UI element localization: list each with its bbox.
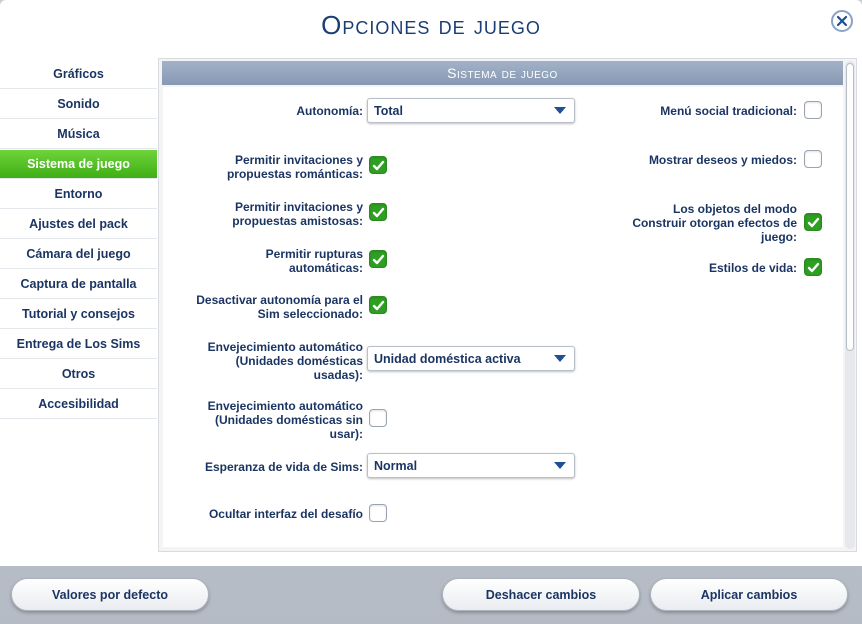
lifestyles-checkbox[interactable] [804, 258, 822, 276]
disable-autonomy-label-line: Desactivar autonomía para el [196, 293, 363, 307]
chevron-down-icon [554, 355, 566, 362]
checkmark-icon [372, 300, 385, 311]
checkmark-icon [372, 160, 385, 171]
aging-unused-checkbox[interactable] [369, 409, 387, 427]
disable-autonomy-checkbox[interactable] [369, 296, 387, 314]
aging-used-label: Envejecimiento automático (Unidades domé… [163, 340, 363, 382]
build-effects-checkbox[interactable] [804, 213, 822, 231]
undo-button[interactable]: Deshacer cambios [442, 578, 640, 611]
close-icon [836, 15, 848, 27]
settings-panel: Sistema de juego Autonomía: Total Permit… [158, 58, 857, 552]
wants-fears-checkbox[interactable] [804, 150, 822, 168]
disable-autonomy-label-line: Sim seleccionado: [257, 307, 363, 321]
friendly-label: Permitir invitaciones y propuestas amist… [163, 200, 363, 228]
build-effects-label-line: Los objetos del modo [672, 202, 797, 216]
sidebar-item-graficos[interactable]: Gráficos [0, 60, 157, 89]
defaults-button[interactable]: Valores por defecto [11, 578, 209, 611]
aging-unused-label: Envejecimiento automático (Unidades domé… [163, 399, 363, 441]
build-effects-label: Los objetos del modo Construir otorgan e… [583, 202, 797, 244]
romantic-label-line: propuestas románticas: [226, 167, 363, 181]
friendly-checkbox[interactable] [369, 203, 387, 221]
lifespan-dropdown[interactable]: Normal [367, 453, 575, 478]
breakups-checkbox[interactable] [369, 250, 387, 268]
build-effects-label-line: juego: [761, 230, 797, 244]
sidebar-item-musica[interactable]: Música [0, 120, 157, 149]
friendly-label-line: propuestas amistosas: [232, 214, 363, 228]
aging-used-value: Unidad doméstica activa [374, 351, 521, 366]
aging-used-label-line: (Unidades domésticas [235, 354, 363, 368]
aging-used-label-line: Envejecimiento automático [207, 340, 363, 354]
close-button[interactable] [831, 10, 853, 32]
aging-used-label-line: usadas): [313, 368, 363, 382]
romantic-checkbox[interactable] [369, 156, 387, 174]
lifestyles-label: Estilos de vida: [708, 261, 797, 275]
wants-fears-label: Mostrar deseos y miedos: [648, 153, 797, 167]
lifespan-label: Esperanza de vida de Sims: [204, 460, 363, 474]
hide-challenge-checkbox[interactable] [369, 504, 387, 522]
sidebar-item-entrega[interactable]: Entrega de Los Sims [0, 330, 157, 359]
checkmark-icon [807, 262, 820, 273]
aging-used-dropdown[interactable]: Unidad doméstica activa [367, 346, 575, 371]
disable-autonomy-label: Desactivar autonomía para el Sim selecci… [163, 293, 363, 321]
apply-button[interactable]: Aplicar cambios [650, 578, 848, 611]
settings-content: Autonomía: Total Permitir invitaciones y… [163, 87, 843, 547]
sidebar-item-sistema-de-juego[interactable]: Sistema de juego [0, 150, 157, 179]
scrollbar-thumb[interactable] [846, 63, 854, 351]
autonomy-label: Autonomía: [296, 104, 363, 118]
breakups-label-line: Permitir rupturas [265, 247, 363, 261]
social-menu-label: Menú social tradicional: [660, 104, 797, 118]
breakups-label: Permitir rupturas automáticas: [163, 247, 363, 275]
aging-unused-label-line: Envejecimiento automático [207, 399, 363, 413]
aging-unused-label-line: usar): [329, 427, 363, 441]
scrollbar[interactable] [845, 61, 855, 549]
lifespan-value: Normal [374, 458, 418, 473]
page-title: Opciones de juego [321, 10, 541, 40]
breakups-label-line: automáticas: [288, 261, 363, 275]
checkmark-icon [807, 217, 820, 228]
social-menu-checkbox[interactable] [804, 101, 822, 119]
sidebar-item-otros[interactable]: Otros [0, 360, 157, 389]
options-window: Opciones de juego Gráficos Sonido Música… [0, 0, 862, 566]
sidebar-item-camara[interactable]: Cámara del juego [0, 240, 157, 269]
sidebar-item-ajustes-del-pack[interactable]: Ajustes del pack [0, 210, 157, 239]
sidebar: Gráficos Sonido Música Sistema de juego … [0, 60, 157, 420]
autonomy-value: Total [374, 103, 403, 118]
sidebar-item-entorno[interactable]: Entorno [0, 180, 157, 209]
checkmark-icon [372, 207, 385, 218]
romantic-label-line: Permitir invitaciones y [234, 153, 363, 167]
checkmark-icon [372, 254, 385, 265]
sidebar-item-accesibilidad[interactable]: Accesibilidad [0, 390, 157, 419]
romantic-label: Permitir invitaciones y propuestas román… [163, 153, 363, 181]
build-effects-label-line: Construir otorgan efectos de [632, 216, 797, 230]
friendly-label-line: Permitir invitaciones y [234, 200, 363, 214]
panel-header: Sistema de juego [162, 61, 843, 85]
aging-unused-label-line: (Unidades domésticas sin [214, 413, 363, 427]
autonomy-dropdown[interactable]: Total [367, 98, 575, 123]
hide-challenge-label: Ocultar interfaz del desafío [208, 507, 363, 521]
chevron-down-icon [554, 107, 566, 114]
sidebar-item-captura[interactable]: Captura de pantalla [0, 270, 157, 299]
sidebar-item-sonido[interactable]: Sonido [0, 90, 157, 119]
sidebar-item-tutorial[interactable]: Tutorial y consejos [0, 300, 157, 329]
chevron-down-icon [554, 462, 566, 469]
